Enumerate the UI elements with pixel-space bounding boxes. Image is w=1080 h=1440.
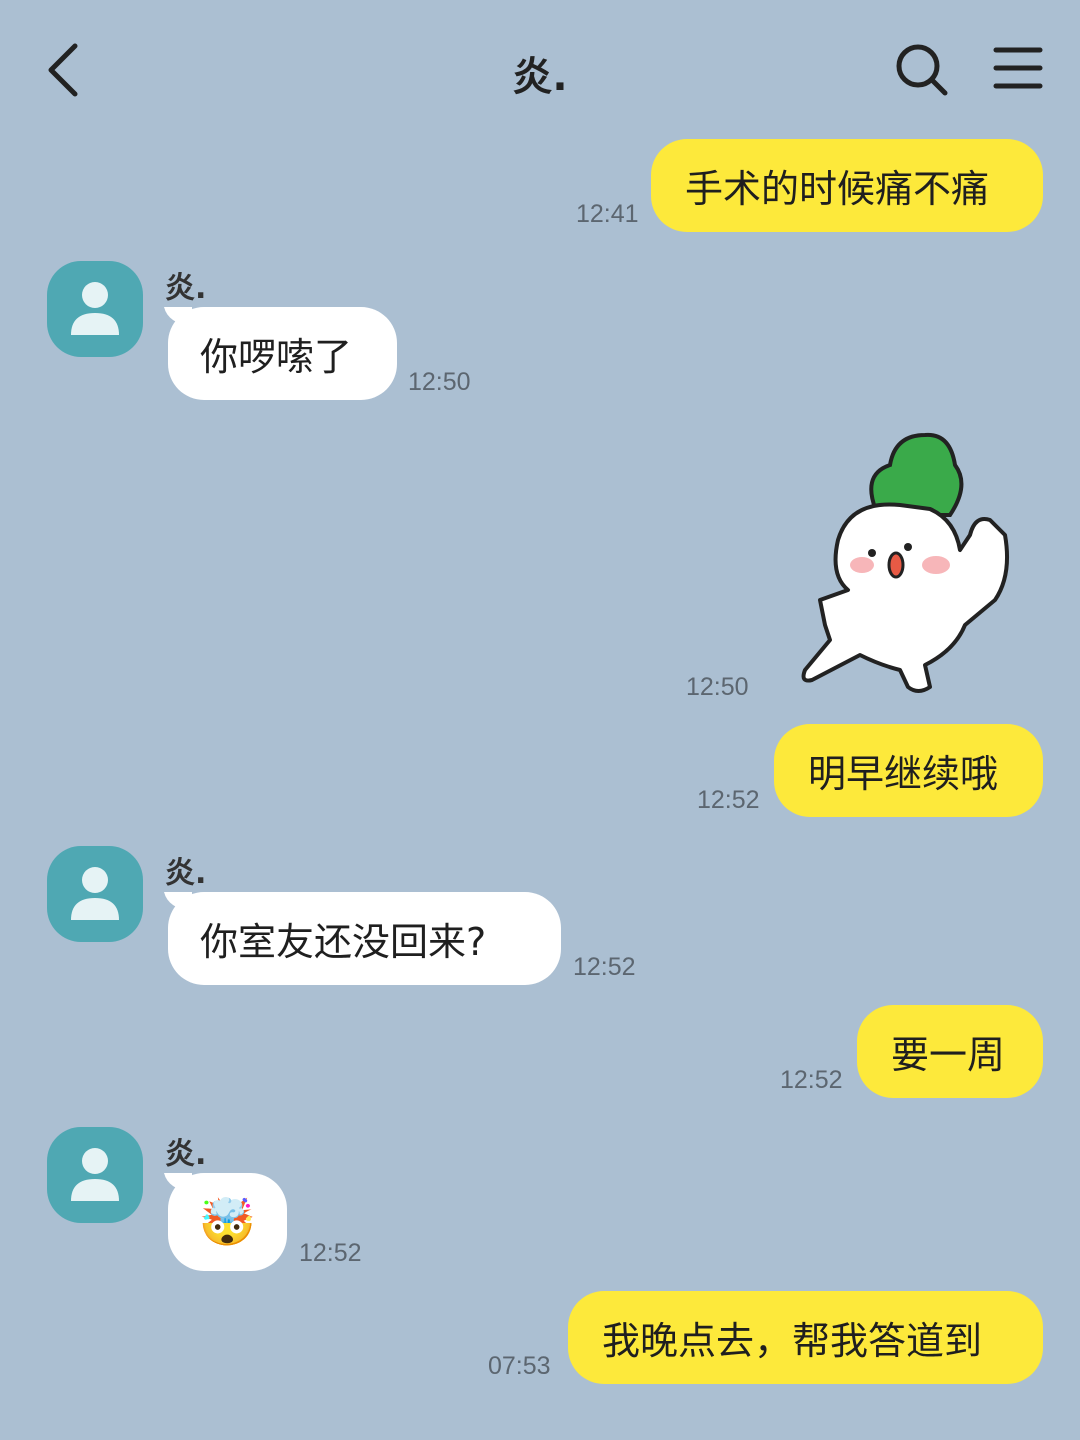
message-text: 明早继续哦 [808, 752, 999, 796]
message-text: 我晚点去，帮我答道到 [602, 1319, 983, 1363]
their-message-bubble[interactable]: 你啰嗦了 [168, 307, 397, 400]
message-time: 12:52 [697, 786, 760, 814]
contact-avatar[interactable] [47, 1127, 143, 1223]
message-time: 07:53 [488, 1352, 551, 1380]
my-message-bubble[interactable]: 我晚点去，帮我答道到 [568, 1291, 1043, 1384]
my-message-bubble[interactable]: 明早继续哦 [774, 724, 1043, 817]
sender-name: 炎. [165, 856, 207, 891]
menu-icon[interactable] [992, 44, 1048, 96]
message-time: 12:52 [299, 1239, 362, 1267]
their-emoji-bubble[interactable]: 🤯 [168, 1173, 287, 1271]
message-text: 手术的时候痛不痛 [685, 167, 990, 211]
message-time: 12:50 [686, 673, 749, 701]
radish-waving-sticker[interactable] [790, 425, 1020, 700]
sender-name: 炎. [165, 1137, 207, 1172]
my-message-bubble[interactable]: 要一周 [857, 1005, 1043, 1098]
chat-header: 炎. [0, 0, 1080, 140]
message-text: 你啰嗦了 [200, 335, 353, 379]
search-icon[interactable] [893, 40, 949, 100]
message-text: 你室友还没回来? [200, 920, 487, 964]
message-time: 12:52 [780, 1066, 843, 1094]
contact-avatar[interactable] [47, 261, 143, 357]
person-icon [71, 282, 119, 335]
my-message-bubble[interactable]: 手术的时候痛不痛 [651, 139, 1043, 232]
person-icon [71, 867, 119, 920]
exploding-head-emoji: 🤯 [198, 1194, 257, 1249]
message-text: 要一周 [891, 1033, 1006, 1077]
their-message-bubble[interactable]: 你室友还没回来? [168, 892, 561, 985]
message-time: 12:41 [576, 200, 639, 228]
message-time: 12:52 [573, 953, 636, 981]
contact-avatar[interactable] [47, 846, 143, 942]
person-icon [71, 1148, 119, 1201]
sender-name: 炎. [165, 271, 207, 306]
message-time: 12:50 [408, 368, 471, 396]
